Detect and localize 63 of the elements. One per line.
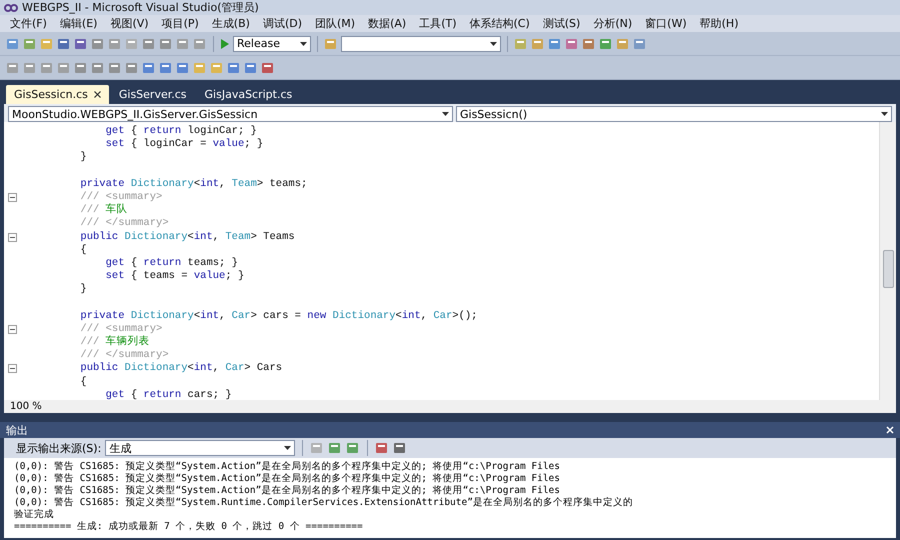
menu-item[interactable]: 帮助(H) (694, 15, 744, 32)
zoom-level[interactable]: 100 % (10, 401, 42, 412)
code-line: /// 车队 (79, 204, 128, 217)
menu-item[interactable]: 体系结构(C) (464, 15, 536, 32)
collapse-icon[interactable] (8, 364, 17, 374)
menu-item[interactable]: 分析(N) (587, 15, 638, 32)
menu-item[interactable]: 文件(F) (4, 15, 53, 32)
output-line: (0,0): 警告 CS1685: 预定义类型“System.Action”是在全局别名的多个程序集中定义的; 将使用“c:\Program Files (14, 485, 561, 497)
collapse-icon[interactable] (8, 232, 17, 242)
code-line: get { return loginCar; } (104, 125, 257, 138)
configuration-dropdown[interactable]: Release (233, 36, 311, 52)
code-line: } (79, 151, 87, 165)
document-tab[interactable]: GisJavaScript.cs (196, 85, 300, 104)
menu-item[interactable]: 工具(T) (413, 15, 462, 32)
code-line: set { loginCar = value; } (104, 138, 264, 152)
menu-item[interactable]: 测试(S) (536, 15, 586, 32)
type-dropdown[interactable]: MoonStudio.WEBGPS_II.GisServer.GisSessicn (8, 106, 453, 122)
code-line: /// <summary> (79, 322, 162, 335)
member-dropdown[interactable]: GisSessicn() (456, 106, 892, 122)
code-line: /// </summary> (79, 349, 169, 362)
output-source-dropdown[interactable]: 生成 (105, 440, 296, 456)
source-label: 显示输出来源(S): (16, 440, 102, 456)
code-line: /// </summary> (79, 217, 169, 231)
output-line: 验证完成 (14, 509, 55, 521)
output-line: (0,0): 警告 CS1685: 预定义类型“System.Action”是在全局别名的多个程序集中定义的; 将使用“c:\Program Files (14, 461, 561, 473)
scrollbar[interactable] (879, 122, 896, 400)
collapse-icon[interactable] (8, 324, 17, 334)
code-line: private Dictionary<int, Team> teams; (79, 178, 308, 191)
code-line: { (79, 244, 87, 257)
code-line: private Dictionary<int, Car> cars = new Dictionary<int, Car>(); (79, 310, 478, 323)
dropdown-arrow-icon[interactable] (881, 112, 888, 116)
document-tab[interactable]: GisServer.cs (110, 85, 195, 104)
panel-title: 输出 (6, 422, 28, 438)
app-logo-icon (4, 4, 18, 12)
menu-item[interactable]: 生成(B) (206, 15, 256, 32)
code-line: public Dictionary<int, Team> Teams (79, 230, 295, 244)
output-line: ========== 生成: 成功或最新 7 个，失败 0 个，跳过 0 个 ========== (14, 521, 364, 533)
menu-item[interactable]: 调试(D) (256, 15, 308, 32)
code-line: } (79, 283, 87, 296)
dropdown-arrow-icon[interactable] (442, 112, 449, 116)
start-icon[interactable] (220, 38, 230, 50)
code-line: { (79, 376, 87, 389)
menu-item[interactable]: 团队(M) (309, 15, 362, 32)
code-line: get { return teams; } (104, 256, 238, 270)
code-line: public Dictionary<int, Car> Cars (79, 362, 282, 376)
output-line: (0,0): 警告 CS1685: 预定义类型“System.Action”是在全局别名的多个程序集中定义的; 将使用“c:\Program Files (14, 473, 561, 485)
dropdown-arrow-icon[interactable] (490, 42, 497, 46)
collapse-icon[interactable] (8, 193, 17, 202)
menu-item[interactable]: 项目(P) (156, 15, 205, 32)
dropdown-arrow-icon[interactable] (284, 446, 292, 450)
menu-item[interactable]: 窗口(W) (639, 15, 693, 32)
document-tab[interactable]: GisSessicn.cs (6, 85, 109, 104)
code-line: set { teams = value; } (104, 270, 244, 284)
dropdown-arrow-icon[interactable] (300, 42, 307, 46)
window-title: WEBGPS_II - Microsoft Visual Studio(管理员) (22, 0, 259, 15)
close-icon[interactable] (94, 91, 101, 98)
menu-item[interactable]: 视图(V) (104, 15, 155, 32)
code-line: /// 车辆列表 (79, 336, 150, 349)
output-line: (0,0): 警告 CS1685: 预定义类型“System.Runtime.CompilerServices.ExtensionAttribute”是在全局别名的多个程序集中定义的 (14, 497, 634, 509)
menu-item[interactable]: 编辑(E) (54, 15, 104, 32)
code-line: get { return cars; } (104, 388, 232, 402)
menu-item[interactable]: 数据(A) (362, 15, 412, 32)
code-line: /// <summary> (79, 190, 162, 203)
